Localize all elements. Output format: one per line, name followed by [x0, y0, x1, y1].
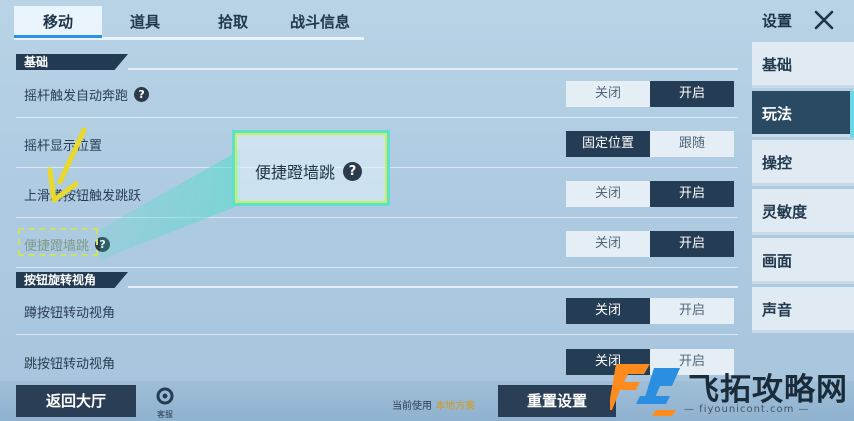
option-follow[interactable]: 跟随 — [650, 131, 734, 157]
customer-service-label: 客服 — [157, 410, 173, 419]
option-on[interactable]: 开启 — [650, 81, 734, 107]
option-fixed[interactable]: 固定位置 — [566, 131, 650, 157]
top-tab-bar: 移动 道具 拾取 战斗信息 — [14, 6, 364, 40]
help-icon: ? — [343, 161, 363, 181]
toggle-group: 关闭 开启 — [566, 81, 734, 107]
toggle-group: 关闭 开启 — [566, 231, 734, 257]
option-on[interactable]: 开启 — [650, 298, 734, 324]
current-scheme: 当前使用 本地方案 — [392, 401, 476, 412]
highlight-callout: 便捷蹬墙跳 ? — [232, 130, 390, 206]
toggle-group: 关闭 开启 — [566, 298, 734, 324]
toggle-group: 关闭 开启 — [566, 181, 734, 207]
close-icon[interactable] — [812, 8, 836, 32]
tab-items[interactable]: 道具 — [110, 6, 180, 38]
tab-combat-info[interactable]: 战斗信息 — [276, 6, 364, 38]
highlight-target-box — [18, 228, 98, 256]
section-title: 基础 — [24, 55, 49, 69]
settings-sidebar: 基础 玩法 操控 灵敏度 画面 声音 — [752, 42, 854, 382]
setting-label: 跳按钮转动视角 — [24, 357, 116, 372]
sidebar-item-sensitivity[interactable]: 灵敏度 — [752, 189, 854, 235]
callout-label: 便捷蹬墙跳 — [255, 163, 336, 182]
sidebar-item-gameplay[interactable]: 玩法 — [752, 91, 854, 137]
setting-row-joystick-autorun: 摇杆触发自动奔跑 ? 关闭 开启 — [16, 72, 738, 118]
customer-service-icon[interactable] — [154, 386, 176, 408]
sidebar-item-sound[interactable]: 声音 — [752, 287, 854, 333]
setting-label: 摇杆触发自动奔跑 — [24, 89, 129, 104]
help-icon[interactable]: ? — [134, 87, 150, 102]
watermark-logo-icon — [610, 364, 680, 416]
watermark-url: — fiyounicont.com — — [684, 404, 810, 415]
sidebar-item-graphics[interactable]: 画面 — [752, 238, 854, 284]
sidebar-item-basic[interactable]: 基础 — [752, 42, 854, 88]
divider — [128, 286, 738, 288]
arrow-pointer-icon — [47, 127, 87, 203]
setting-label: 蹲按钮转动视角 — [24, 306, 116, 321]
section-header-rotate-view: 按钮旋转视角 — [16, 272, 128, 288]
option-on[interactable]: 开启 — [650, 231, 734, 257]
toggle-group: 固定位置 跟随 — [566, 131, 734, 157]
divider — [128, 68, 738, 70]
sidebar-item-controls[interactable]: 操控 — [752, 140, 854, 186]
back-to-lobby-button[interactable]: 返回大厅 — [16, 385, 136, 417]
section-title: 按钮旋转视角 — [24, 273, 97, 287]
watermark-text: 飞拓攻略网 — [688, 372, 848, 408]
section-header-basic: 基础 — [16, 54, 128, 70]
option-off[interactable]: 关闭 — [566, 81, 650, 107]
option-off[interactable]: 关闭 — [566, 298, 650, 324]
option-on[interactable]: 开启 — [650, 181, 734, 207]
option-off[interactable]: 关闭 — [566, 181, 650, 207]
tab-move[interactable]: 移动 — [14, 6, 102, 38]
page-title: 设置 — [762, 12, 793, 30]
tab-pickup[interactable]: 拾取 — [198, 6, 268, 38]
reset-settings-button[interactable]: 重置设置 — [498, 385, 616, 417]
scheme-name[interactable]: 本地方案 — [435, 401, 475, 412]
setting-row-crouch-rotate: 蹲按钮转动视角 关闭 开启 — [16, 289, 738, 335]
option-off[interactable]: 关闭 — [566, 231, 650, 257]
